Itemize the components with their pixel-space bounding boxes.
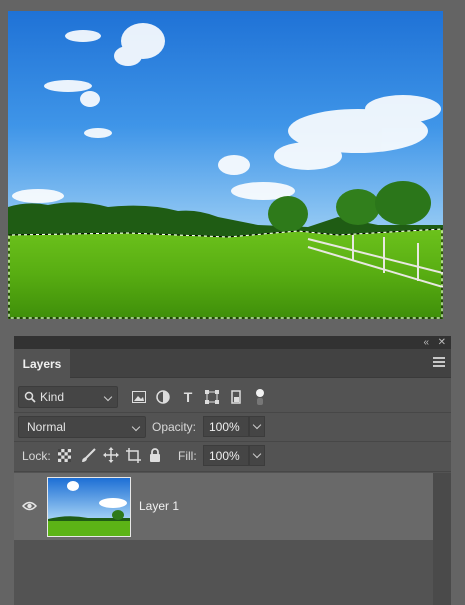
layers-panel: « ✕ Layers Kind T Normal Opacity: 100% L… xyxy=(14,336,451,605)
panel-tabbar: Layers xyxy=(14,349,451,378)
lock-label: Lock: xyxy=(22,449,51,463)
lock-image-pixels-icon[interactable] xyxy=(80,447,96,463)
layers-scrollbar[interactable] xyxy=(433,473,451,605)
shape-filter-icon[interactable] xyxy=(204,389,220,405)
landscape-photo xyxy=(8,11,443,319)
lock-all-icon[interactable] xyxy=(148,447,162,462)
type-filter-icon[interactable]: T xyxy=(180,389,196,405)
image-filter-icon[interactable] xyxy=(131,389,147,405)
opacity-dropdown-button[interactable] xyxy=(249,416,265,437)
close-panel-icon[interactable]: ✕ xyxy=(438,336,446,349)
filter-kind-label: Kind xyxy=(40,390,65,404)
adjustment-filter-icon[interactable] xyxy=(155,389,171,405)
toggle-filter-icon[interactable] xyxy=(254,387,266,407)
panel-menu-icon[interactable] xyxy=(433,357,445,369)
lock-position-icon[interactable] xyxy=(102,446,119,463)
layer-name[interactable]: Layer 1 xyxy=(139,499,179,513)
panel-topbar: « ✕ xyxy=(14,336,451,349)
search-icon xyxy=(24,391,36,403)
lock-artboard-icon[interactable] xyxy=(125,447,141,463)
fill-input[interactable]: 100% xyxy=(203,445,249,466)
blend-mode-value: Normal xyxy=(27,420,66,434)
layer-row[interactable]: Layer 1 xyxy=(14,473,433,540)
eye-visibility-icon[interactable] xyxy=(21,499,37,513)
lock-transparent-pixels-icon[interactable] xyxy=(57,448,71,462)
blend-mode-select[interactable]: Normal xyxy=(18,416,146,438)
tab-layers[interactable]: Layers xyxy=(14,349,70,378)
fill-dropdown-button[interactable] xyxy=(249,445,265,466)
collapse-panel-icon[interactable]: « xyxy=(423,336,429,349)
layer-thumbnail[interactable] xyxy=(47,477,131,537)
fill-label: Fill: xyxy=(178,449,197,463)
document-canvas[interactable] xyxy=(8,11,443,319)
filter-kind-select[interactable]: Kind xyxy=(18,386,118,408)
opacity-input[interactable]: 100% xyxy=(203,416,249,437)
smart-object-filter-icon[interactable] xyxy=(228,389,244,405)
opacity-label: Opacity: xyxy=(152,420,197,434)
